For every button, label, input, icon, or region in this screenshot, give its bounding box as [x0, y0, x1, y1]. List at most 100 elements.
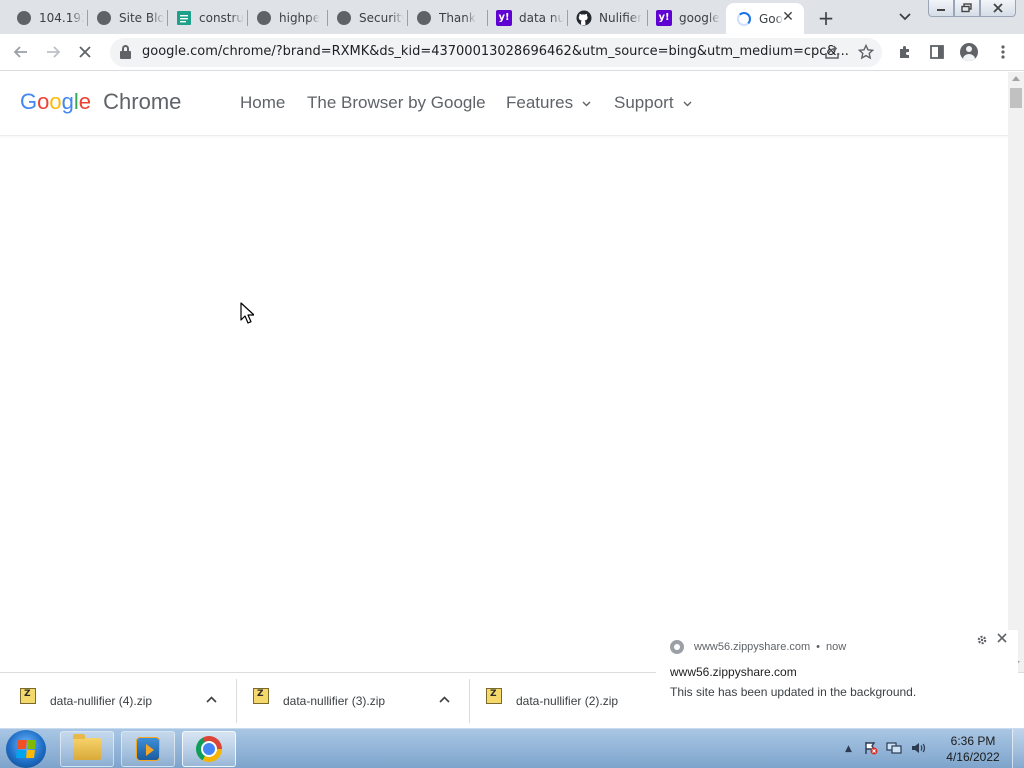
- chevron-down-icon: [579, 98, 591, 110]
- notification-time: now: [826, 641, 847, 653]
- restore-button[interactable]: [954, 0, 980, 17]
- site-notification[interactable]: www56.zippyshare.com • now www56.zippysh…: [656, 630, 1018, 720]
- scrollbar-thumb[interactable]: [1010, 88, 1022, 108]
- google-wordmark: Google: [20, 89, 92, 114]
- web-page: Google Chrome Home The Browser by Google…: [0, 72, 1008, 672]
- taskbar-chrome[interactable]: [182, 731, 236, 767]
- notification-source: www56.zippyshare.com: [694, 641, 811, 653]
- tab[interactable]: Security: [326, 4, 404, 32]
- windows-logo-icon: [16, 740, 36, 758]
- tab-active[interactable]: Goo ✕: [726, 3, 804, 34]
- globe-icon: [336, 10, 352, 26]
- forward-button[interactable]: [40, 39, 66, 65]
- tab[interactable]: y! google: [646, 4, 724, 32]
- nav-home[interactable]: Home: [240, 93, 285, 113]
- network-icon[interactable]: [886, 741, 902, 758]
- stop-icon: [79, 46, 91, 58]
- globe-icon: [16, 10, 32, 26]
- profile-button[interactable]: [956, 39, 982, 65]
- stop-loading-button[interactable]: [72, 39, 98, 65]
- tab[interactable]: Thank: [406, 4, 484, 32]
- scroll-up-icon[interactable]: [1012, 76, 1020, 81]
- tab[interactable]: constru: [166, 4, 244, 32]
- side-panel-button[interactable]: [924, 39, 950, 65]
- bookmark-star-icon[interactable]: [856, 42, 876, 62]
- google-chrome-logo[interactable]: Google Chrome: [20, 89, 181, 115]
- start-button[interactable]: [6, 730, 46, 768]
- minimize-button[interactable]: [928, 0, 954, 17]
- download-options-chevron-icon[interactable]: [439, 693, 450, 706]
- windows-taskbar: ▲ 6:36 PM 4/16/2022: [0, 728, 1024, 768]
- download-item[interactable]: data-nullifier (2).zip: [486, 673, 656, 729]
- tab[interactable]: y! data nu: [486, 4, 564, 32]
- show-hidden-icons-arrow-icon[interactable]: ▲: [845, 744, 852, 754]
- forward-arrow-icon: [47, 46, 61, 58]
- mouse-cursor-icon: [240, 302, 254, 324]
- share-icon[interactable]: [822, 42, 842, 62]
- kebab-menu-icon: [1001, 45, 1005, 59]
- notification-body: This site has been updated in the backgr…: [670, 685, 917, 699]
- tab-title: Nulifier: [599, 11, 643, 25]
- notification-close-icon[interactable]: [996, 632, 1008, 648]
- notification-header: www56.zippyshare.com • now: [670, 640, 846, 654]
- download-filename: data-nullifier (4).zip: [50, 694, 153, 708]
- clock-time: 6:36 PM: [950, 734, 996, 748]
- side-panel-icon: [930, 45, 944, 59]
- tab-title: Site Blo: [119, 11, 164, 25]
- tab-title: Security: [359, 11, 404, 25]
- new-tab-button[interactable]: +: [814, 6, 838, 30]
- taskbar-media-player[interactable]: [121, 731, 175, 767]
- nav-label: Home: [240, 93, 286, 112]
- menu-button[interactable]: [990, 39, 1016, 65]
- download-options-chevron-icon[interactable]: [206, 693, 217, 706]
- clock-date: 4/16/2022: [946, 750, 1000, 764]
- chevron-down-icon: [680, 98, 692, 110]
- close-tab-icon[interactable]: ✕: [780, 9, 796, 25]
- tab-title: constru: [199, 11, 244, 25]
- notification-title: www56.zippyshare.com: [670, 665, 797, 679]
- address-bar[interactable]: google.com/chrome/?brand=RXMK&ds_kid=437…: [110, 38, 882, 67]
- nav-label: Support: [614, 93, 674, 112]
- lock-icon[interactable]: [120, 45, 131, 59]
- nav-the-browser-by-google[interactable]: The Browser by Google: [307, 93, 486, 113]
- nav-label: Features: [506, 93, 574, 112]
- chrome-icon: [196, 736, 222, 762]
- system-tray: ▲: [845, 729, 926, 768]
- download-separator: [236, 679, 237, 723]
- nav-features[interactable]: Features: [506, 93, 591, 113]
- action-center-flag-icon[interactable]: [864, 741, 878, 758]
- volume-icon[interactable]: [910, 741, 926, 758]
- notification-settings-gear-icon[interactable]: [976, 634, 988, 649]
- nav-support[interactable]: Support: [614, 93, 692, 113]
- download-item[interactable]: data-nullifier (3).zip: [253, 673, 469, 729]
- globe-icon: [256, 10, 272, 26]
- logo-product-name: Chrome: [103, 89, 182, 114]
- media-player-icon: [136, 737, 160, 761]
- tab-search-button[interactable]: [894, 6, 916, 28]
- yahoo-icon: y!: [656, 10, 672, 26]
- show-desktop-button[interactable]: [1012, 729, 1024, 768]
- extensions-button[interactable]: [892, 39, 918, 65]
- page-scrollbar[interactable]: [1008, 72, 1024, 672]
- notification-separator: •: [816, 641, 821, 653]
- tab[interactable]: Site Blo: [86, 4, 164, 32]
- zip-file-icon: [20, 688, 36, 704]
- site-header: Google Chrome Home The Browser by Google…: [0, 72, 1008, 136]
- tab-title: Thank: [439, 11, 476, 25]
- folder-icon: [73, 734, 101, 760]
- tab[interactable]: Nulifier: [566, 4, 644, 32]
- system-clock[interactable]: 6:36 PM 4/16/2022: [938, 733, 1008, 765]
- tab[interactable]: 104.192: [6, 4, 84, 32]
- back-button[interactable]: [8, 39, 34, 65]
- taskbar-explorer[interactable]: [60, 731, 114, 767]
- tab-title: google: [679, 11, 720, 25]
- screen: 104.192 Site Blo constru highpe Security: [0, 0, 1024, 768]
- url-text[interactable]: google.com/chrome/?brand=RXMK&ds_kid=437…: [142, 44, 849, 59]
- avatar-icon: [960, 43, 978, 61]
- nav-label: The Browser by Google: [307, 93, 486, 112]
- tab[interactable]: highpe: [246, 4, 324, 32]
- chrome-small-icon: [670, 640, 684, 654]
- close-window-button[interactable]: [980, 0, 1016, 17]
- docs-icon: [176, 10, 192, 26]
- download-item[interactable]: data-nullifier (4).zip: [20, 673, 236, 729]
